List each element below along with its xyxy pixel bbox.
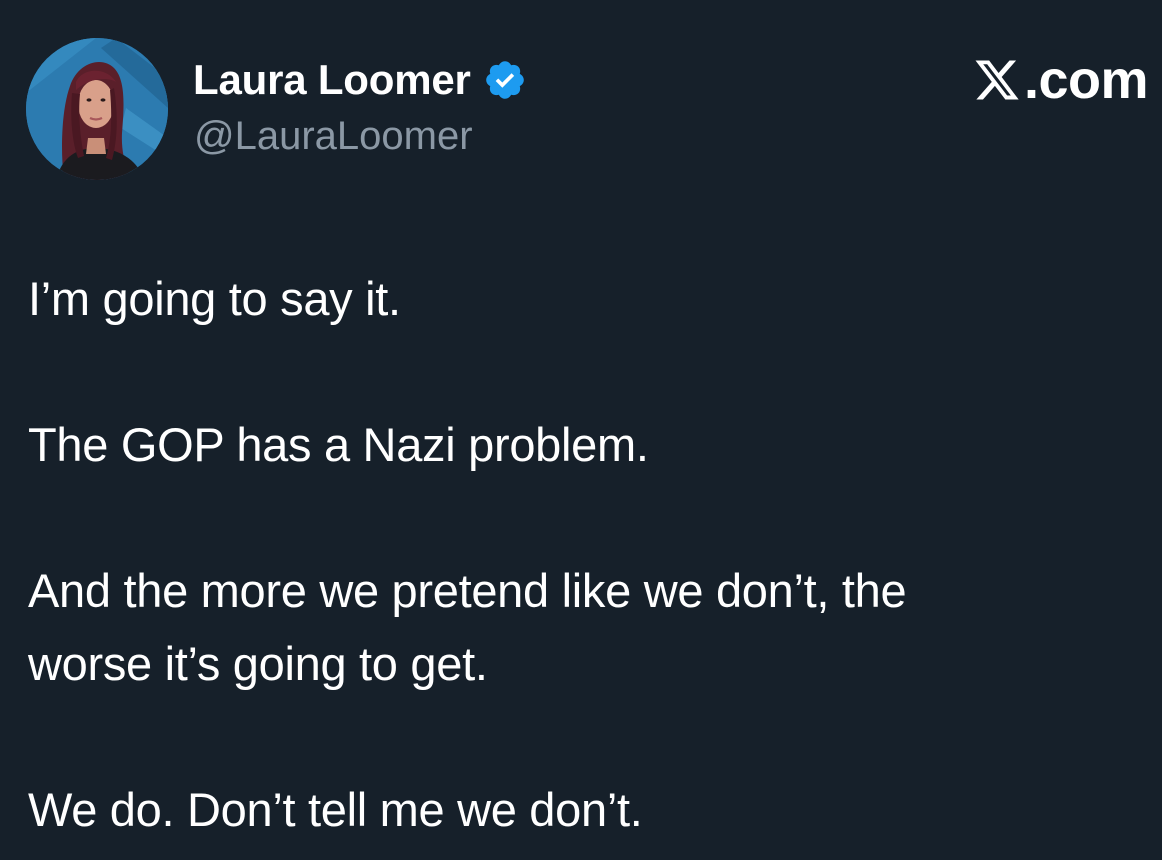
display-name[interactable]: Laura Loomer bbox=[193, 56, 471, 104]
tweet-line: worse it’s going to get. bbox=[28, 637, 488, 690]
verified-badge-icon[interactable] bbox=[483, 58, 527, 102]
user-handle[interactable]: @LauraLoomer bbox=[194, 114, 473, 159]
brand-text: .com bbox=[1023, 50, 1149, 110]
tweet-body: I’m going to say it. The GOP has a Nazi … bbox=[28, 262, 1138, 846]
avatar[interactable] bbox=[26, 38, 168, 180]
tweet-line: The GOP has a Nazi problem. bbox=[28, 418, 649, 471]
tweet-header: Laura Loomer @LauraLoomer .com bbox=[0, 0, 1162, 200]
avatar-image bbox=[26, 38, 168, 180]
tweet-line: And the more we pretend like we don’t, t… bbox=[28, 564, 907, 617]
x-logo-icon bbox=[972, 56, 1024, 104]
tweet-line: We do. Don’t tell me we don’t. bbox=[28, 783, 643, 836]
brand-watermark: .com bbox=[972, 50, 1149, 110]
tweet-line: I’m going to say it. bbox=[28, 272, 401, 325]
name-row: Laura Loomer bbox=[193, 52, 527, 108]
